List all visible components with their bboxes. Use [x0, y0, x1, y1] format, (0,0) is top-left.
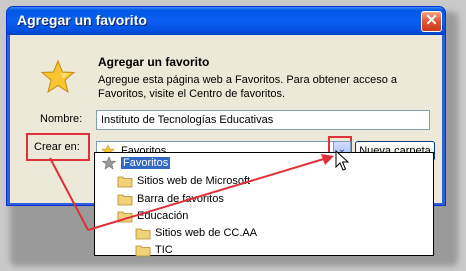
folder-icon: [117, 176, 133, 187]
tree-item-tic[interactable]: TIC: [135, 242, 173, 257]
tree-item-label: Barra de favoritos: [137, 192, 224, 205]
tree-item-label: Educación: [137, 209, 189, 222]
nombre-input[interactable]: Instituto de Tecnologías Educativas: [96, 110, 430, 130]
tree-item-sitios-microsoft[interactable]: Sitios web de Microsoft: [117, 173, 250, 188]
tree-item-label: Sitios web de Microsoft: [137, 174, 251, 187]
folder-icon: [135, 245, 151, 256]
close-button[interactable]: ✕: [421, 11, 442, 32]
star-icon: [40, 59, 76, 94]
folder-icon: [117, 194, 133, 205]
window-title: Agregar un favorito: [17, 12, 147, 28]
nombre-label: Nombre:: [40, 113, 83, 125]
folder-icon: [135, 228, 151, 239]
tree-item-barra-favoritos[interactable]: Barra de favoritos: [117, 191, 224, 206]
close-icon: ✕: [425, 12, 438, 29]
tree-item-sitios-ccaa[interactable]: Sitios web de CC.AA: [135, 225, 257, 240]
crear-en-label: Crear en:: [34, 141, 80, 153]
dialog-description: Agregue esta página web a Favoritos. Par…: [98, 74, 398, 100]
tree-item-label: Favoritos: [121, 156, 171, 169]
folder-icon: [117, 211, 133, 222]
title-bar[interactable]: Agregar un favorito ✕: [7, 7, 445, 35]
dialog-heading: Agregar un favorito: [98, 55, 210, 69]
tree-item-favoritos[interactable]: Favoritos: [101, 155, 171, 170]
folder-dropdown-list: Favoritos Sitios web de Microsoft Barra …: [94, 152, 434, 256]
tree-item-label: Sitios web de CC.AA: [155, 226, 258, 239]
favorites-star-gray-icon: [101, 155, 117, 170]
tree-item-educacion[interactable]: Educación: [117, 208, 188, 223]
tree-item-label: TIC: [155, 243, 173, 256]
mouse-cursor-icon: [335, 150, 350, 171]
